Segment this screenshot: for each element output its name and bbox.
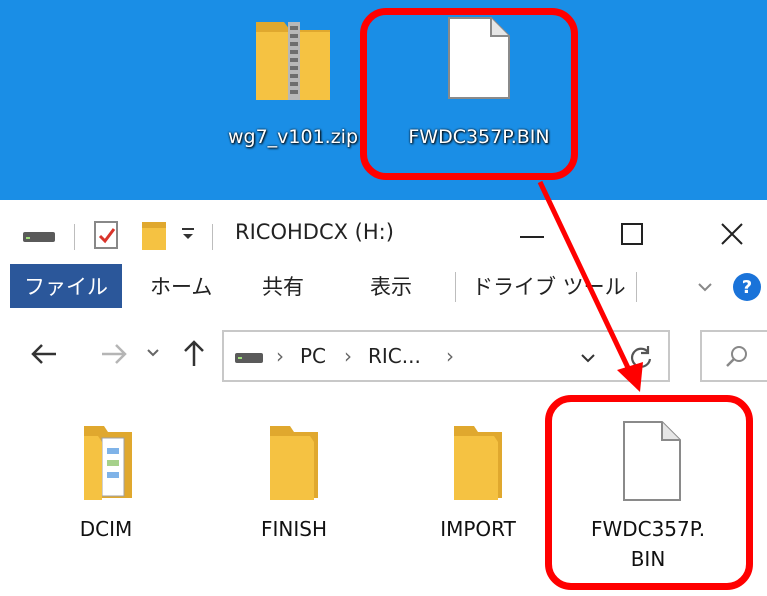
- red-arrow: [537, 180, 643, 392]
